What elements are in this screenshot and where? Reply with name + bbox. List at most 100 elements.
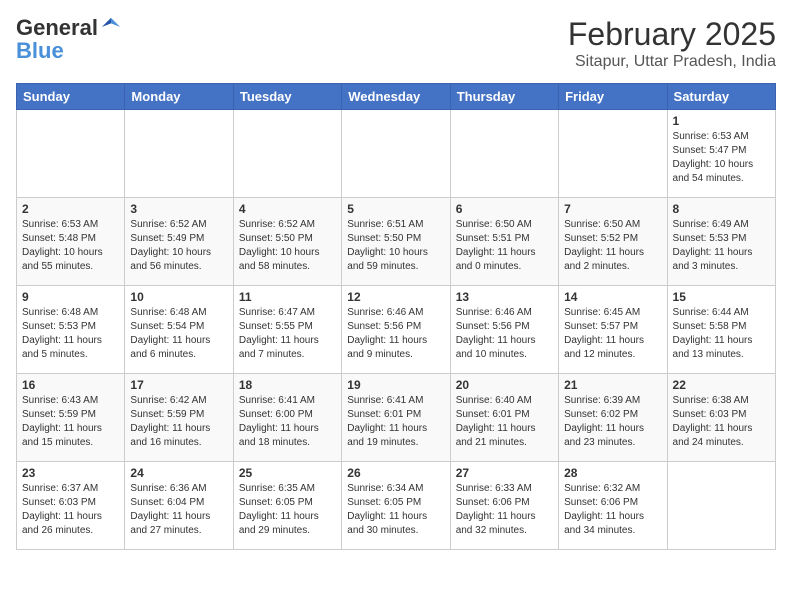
calendar-cell — [125, 110, 233, 198]
day-number: 15 — [673, 290, 770, 304]
calendar-cell: 25 Sunrise: 6:35 AM Sunset: 6:05 PM Dayli… — [233, 462, 341, 550]
calendar-cell: 22 Sunrise: 6:38 AM Sunset: 6:03 PM Dayli… — [667, 374, 775, 462]
calendar-cell: 18Sunrise: 6:41 AM Sunset: 6:00 PM Dayli… — [233, 374, 341, 462]
calendar-cell: 15 Sunrise: 6:44 AM Sunset: 5:58 PM Dayli… — [667, 286, 775, 374]
day-info: Sunrise: 6:38 AM Sunset: 6:03 PM Dayligh… — [673, 394, 770, 450]
day-info: Sunrise: 6:32 AM Sunset: 6:06 PM Dayligh… — [564, 482, 661, 538]
day-info: Sunrise: 6:42 AM Sunset: 5:59 PM Dayligh… — [130, 394, 227, 450]
day-info: Sunrise: 6:33 AM Sunset: 6:06 PM Dayligh… — [456, 482, 553, 538]
calendar-cell — [17, 110, 125, 198]
day-number: 23 — [22, 466, 119, 480]
day-info: Sunrise: 6:34 AM Sunset: 6:05 PM Dayligh… — [347, 482, 444, 538]
logo-blue: Blue — [16, 38, 64, 63]
day-info: Sunrise: 6:46 AM Sunset: 5:56 PM Dayligh… — [347, 306, 444, 362]
calendar-cell: 11 Sunrise: 6:47 AM Sunset: 5:55 PM Dayli… — [233, 286, 341, 374]
calendar-cell — [342, 110, 450, 198]
calendar-week-1: 1 Sunrise: 6:53 AM Sunset: 5:47 PM Daylig… — [17, 110, 776, 198]
weekday-monday: Monday — [125, 84, 233, 110]
day-info: Sunrise: 6:37 AM Sunset: 6:03 PM Dayligh… — [22, 482, 119, 538]
day-number: 24 — [130, 466, 227, 480]
day-info: Sunrise: 6:44 AM Sunset: 5:58 PM Dayligh… — [673, 306, 770, 362]
day-info: Sunrise: 6:41 AM Sunset: 6:00 PM Dayligh… — [239, 394, 336, 450]
day-number: 26 — [347, 466, 444, 480]
day-info: Sunrise: 6:49 AM Sunset: 5:53 PM Dayligh… — [673, 218, 770, 274]
calendar-cell: 5Sunrise: 6:51 AM Sunset: 5:50 PM Daylig… — [342, 198, 450, 286]
calendar-cell: 24 Sunrise: 6:36 AM Sunset: 6:04 PM Dayli… — [125, 462, 233, 550]
day-info: Sunrise: 6:50 AM Sunset: 5:51 PM Dayligh… — [456, 218, 553, 274]
day-number: 27 — [456, 466, 553, 480]
day-info: Sunrise: 6:47 AM Sunset: 5:55 PM Dayligh… — [239, 306, 336, 362]
calendar-cell: 19 Sunrise: 6:41 AM Sunset: 6:01 PM Dayli… — [342, 374, 450, 462]
calendar-cell: 10Sunrise: 6:48 AM Sunset: 5:54 PM Dayli… — [125, 286, 233, 374]
day-number: 16 — [22, 378, 119, 392]
logo-general: General — [16, 17, 98, 39]
calendar-cell: 26 Sunrise: 6:34 AM Sunset: 6:05 PM Dayli… — [342, 462, 450, 550]
calendar-cell — [559, 110, 667, 198]
day-number: 2 — [22, 202, 119, 216]
day-info: Sunrise: 6:52 AM Sunset: 5:49 PM Dayligh… — [130, 218, 227, 274]
day-info: Sunrise: 6:52 AM Sunset: 5:50 PM Dayligh… — [239, 218, 336, 274]
calendar-cell: 27 Sunrise: 6:33 AM Sunset: 6:06 PM Dayli… — [450, 462, 558, 550]
day-info: Sunrise: 6:41 AM Sunset: 6:01 PM Dayligh… — [347, 394, 444, 450]
calendar-cell: 7 Sunrise: 6:50 AM Sunset: 5:52 PM Daylig… — [559, 198, 667, 286]
weekday-sunday: Sunday — [17, 84, 125, 110]
day-info: Sunrise: 6:36 AM Sunset: 6:04 PM Dayligh… — [130, 482, 227, 538]
calendar-cell: 20 Sunrise: 6:40 AM Sunset: 6:01 PM Dayli… — [450, 374, 558, 462]
day-number: 28 — [564, 466, 661, 480]
calendar-cell: 14 Sunrise: 6:45 AM Sunset: 5:57 PM Dayli… — [559, 286, 667, 374]
logo: General Blue — [16, 16, 122, 63]
day-info: Sunrise: 6:40 AM Sunset: 6:01 PM Dayligh… — [456, 394, 553, 450]
day-info: Sunrise: 6:53 AM Sunset: 5:47 PM Dayligh… — [673, 130, 770, 186]
calendar-cell: 2 Sunrise: 6:53 AM Sunset: 5:48 PM Daylig… — [17, 198, 125, 286]
calendar-cell — [667, 462, 775, 550]
calendar-cell: 4 Sunrise: 6:52 AM Sunset: 5:50 PM Daylig… — [233, 198, 341, 286]
day-number: 19 — [347, 378, 444, 392]
day-number: 8 — [673, 202, 770, 216]
calendar-cell: 16 Sunrise: 6:43 AM Sunset: 5:59 PM Dayli… — [17, 374, 125, 462]
day-info: Sunrise: 6:53 AM Sunset: 5:48 PM Dayligh… — [22, 218, 119, 274]
day-info: Sunrise: 6:35 AM Sunset: 6:05 PM Dayligh… — [239, 482, 336, 538]
day-info: Sunrise: 6:48 AM Sunset: 5:53 PM Dayligh… — [22, 306, 119, 362]
page-header: General Blue February 2025 Sitapur, Utta… — [16, 16, 776, 71]
day-number: 11 — [239, 290, 336, 304]
day-number: 13 — [456, 290, 553, 304]
day-info: Sunrise: 6:45 AM Sunset: 5:57 PM Dayligh… — [564, 306, 661, 362]
day-info: Sunrise: 6:51 AM Sunset: 5:50 PM Dayligh… — [347, 218, 444, 274]
calendar-cell — [450, 110, 558, 198]
day-number: 1 — [673, 114, 770, 128]
calendar-cell: 6Sunrise: 6:50 AM Sunset: 5:51 PM Daylig… — [450, 198, 558, 286]
month-title: February 2025 — [568, 16, 776, 53]
calendar-cell: 12 Sunrise: 6:46 AM Sunset: 5:56 PM Dayli… — [342, 286, 450, 374]
day-info: Sunrise: 6:43 AM Sunset: 5:59 PM Dayligh… — [22, 394, 119, 450]
day-number: 20 — [456, 378, 553, 392]
day-info: Sunrise: 6:50 AM Sunset: 5:52 PM Dayligh… — [564, 218, 661, 274]
day-number: 3 — [130, 202, 227, 216]
weekday-friday: Friday — [559, 84, 667, 110]
day-number: 17 — [130, 378, 227, 392]
calendar-cell: 23 Sunrise: 6:37 AM Sunset: 6:03 PM Dayli… — [17, 462, 125, 550]
weekday-saturday: Saturday — [667, 84, 775, 110]
calendar-table: SundayMondayTuesdayWednesdayThursdayFrid… — [16, 83, 776, 550]
calendar-cell — [233, 110, 341, 198]
day-number: 4 — [239, 202, 336, 216]
calendar-week-3: 9Sunrise: 6:48 AM Sunset: 5:53 PM Daylig… — [17, 286, 776, 374]
calendar-week-2: 2 Sunrise: 6:53 AM Sunset: 5:48 PM Daylig… — [17, 198, 776, 286]
weekday-thursday: Thursday — [450, 84, 558, 110]
weekday-wednesday: Wednesday — [342, 84, 450, 110]
calendar-cell: 28 Sunrise: 6:32 AM Sunset: 6:06 PM Dayli… — [559, 462, 667, 550]
calendar-cell: 13 Sunrise: 6:46 AM Sunset: 5:56 PM Dayli… — [450, 286, 558, 374]
day-number: 7 — [564, 202, 661, 216]
day-info: Sunrise: 6:39 AM Sunset: 6:02 PM Dayligh… — [564, 394, 661, 450]
title-section: February 2025 Sitapur, Uttar Pradesh, In… — [568, 16, 776, 71]
weekday-tuesday: Tuesday — [233, 84, 341, 110]
day-number: 25 — [239, 466, 336, 480]
weekday-header-row: SundayMondayTuesdayWednesdayThursdayFrid… — [17, 84, 776, 110]
calendar-week-5: 23 Sunrise: 6:37 AM Sunset: 6:03 PM Dayli… — [17, 462, 776, 550]
day-number: 12 — [347, 290, 444, 304]
day-info: Sunrise: 6:46 AM Sunset: 5:56 PM Dayligh… — [456, 306, 553, 362]
day-info: Sunrise: 6:48 AM Sunset: 5:54 PM Dayligh… — [130, 306, 227, 362]
calendar-cell: 21Sunrise: 6:39 AM Sunset: 6:02 PM Dayli… — [559, 374, 667, 462]
day-number: 22 — [673, 378, 770, 392]
day-number: 14 — [564, 290, 661, 304]
calendar-cell: 3 Sunrise: 6:52 AM Sunset: 5:49 PM Daylig… — [125, 198, 233, 286]
